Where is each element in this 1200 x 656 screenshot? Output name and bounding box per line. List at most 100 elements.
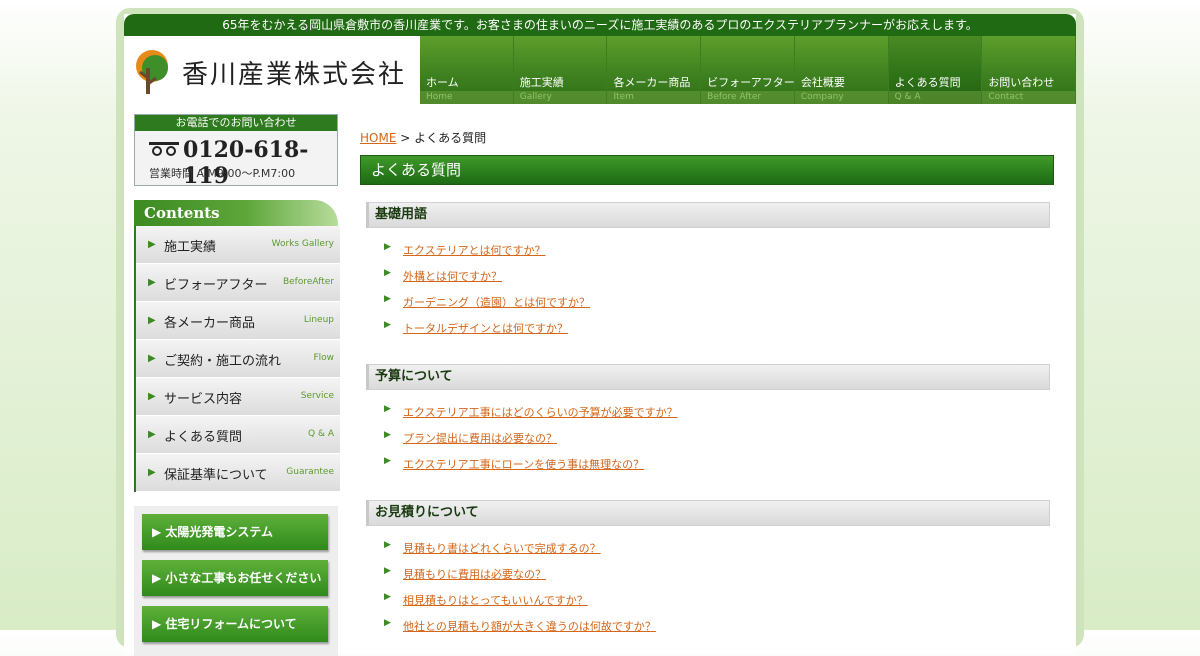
arrow-icon: ▶ xyxy=(384,294,391,304)
business-hours: 営業時間 A.M9:00～P.M7:00 xyxy=(149,167,296,180)
sidebar-item-sublabel: Service xyxy=(300,391,334,401)
contents-heading: Contents xyxy=(134,200,338,226)
sidebar-item-works[interactable]: ▶ 施工実績 Works Gallery xyxy=(136,226,340,264)
arrow-icon: ▶ xyxy=(384,566,391,576)
sidebar-item-sublabel: Q & A xyxy=(308,429,334,439)
sidebar-item-before-after[interactable]: ▶ ビフォーアフター BeforeAfter xyxy=(136,264,340,302)
section-heading: お見積りについて xyxy=(366,500,1050,526)
phone-contact-box: お電話でのお問い合わせ 0120-618-119 営業時間 A.M9:00～P.… xyxy=(134,114,338,189)
breadcrumb-separator: > xyxy=(400,131,411,145)
arrow-icon: ▶ xyxy=(148,467,156,478)
nav-label: 施工実績 xyxy=(519,76,564,89)
sidebar-item-label: 保証基準について xyxy=(164,468,268,483)
arrow-icon: ▶ xyxy=(384,320,391,330)
breadcrumb-current: よくある質問 xyxy=(414,131,487,145)
tree-logo-icon xyxy=(136,50,168,94)
faq-link[interactable]: プラン提出に費用は必要なの？ xyxy=(403,430,557,446)
sidebar-item-label: よくある質問 xyxy=(164,430,243,445)
nav-sublabel: Home xyxy=(426,92,453,102)
banner-area: ▶ 太陽光発電システム ▶ 小さな工事もお任せください ▶ 住宅リフォームについ… xyxy=(134,506,338,656)
faq-section-estimate: お見積りについて ▶ 見積もり書はどれくらいで完成するの？ ▶ 見積もりに費用は必要… xyxy=(366,500,1050,638)
phone-number[interactable]: 0120-618-119 xyxy=(183,137,337,189)
sidebar-item-sublabel: BeforeAfter xyxy=(282,277,334,287)
arrow-icon: ▶ xyxy=(384,456,391,466)
list-item: ▶ エクステリア工事にローンを使う事は無理なの？ xyxy=(366,450,1050,476)
nav-sublabel: Before After xyxy=(707,92,762,102)
arrow-icon: ▶ xyxy=(148,429,156,440)
nav-company[interactable]: 会社概要 Company xyxy=(794,36,889,104)
sidebar-item-guarantee[interactable]: ▶ 保証基準について Guarantee xyxy=(136,454,340,492)
arrow-icon: ▶ xyxy=(152,525,166,539)
nav-sublabel: Item xyxy=(613,92,634,102)
sidebar-menu: ▶ 施工実績 Works Gallery ▶ ビフォーアフター BeforeAf… xyxy=(134,226,340,492)
arrow-icon: ▶ xyxy=(384,404,391,414)
faq-link[interactable]: エクステリア工事にローンを使う事は無理なの？ xyxy=(403,456,644,472)
banner-reform[interactable]: ▶ 住宅リフォームについて xyxy=(142,606,328,642)
arrow-icon: ▶ xyxy=(384,430,391,440)
list-item: ▶ 見積もり書はどれくらいで完成するの？ xyxy=(366,534,1050,560)
faq-link[interactable]: トータルデザインとは何ですか？ xyxy=(403,320,568,336)
global-nav: ホーム Home 施工実績 Gallery 各メーカー商品 Item ビフォーア… xyxy=(420,36,1077,104)
sidebar-item-label: 施工実績 xyxy=(164,240,217,255)
list-item: ▶ 相見積もりはとってもいいんですか？ xyxy=(366,586,1050,612)
faq-link[interactable]: ガーデニング（造園）とは何ですか？ xyxy=(403,294,590,310)
nav-label: 会社概要 xyxy=(800,76,845,89)
sidebar-item-sublabel: Works Gallery xyxy=(271,239,334,249)
sidebar-item-label: ご契約・施工の流れ xyxy=(164,354,282,369)
sidebar-item-service[interactable]: ▶ サービス内容 Service xyxy=(136,378,340,416)
header-tagline: 65年をむかえる岡山県倉敷市の香川産業です。お客さまの住まいのニーズに施工実績の… xyxy=(124,14,1076,36)
section-heading: 基礎用語 xyxy=(366,202,1050,228)
faq-link[interactable]: エクステリア工事にはどのくらいの予算が必要ですか？ xyxy=(403,404,678,420)
faq-section-basics: 基礎用語 ▶ エクステリアとは何ですか？ ▶ 外構とは何ですか？ ▶ ガーデニング（造… xyxy=(366,202,1050,340)
nav-qa[interactable]: よくある質問 Q & A xyxy=(888,36,983,104)
arrow-icon: ▶ xyxy=(148,391,156,402)
list-item: ▶ 外構とは何ですか？ xyxy=(366,262,1050,288)
faq-link[interactable]: エクステリアとは何ですか？ xyxy=(403,242,545,258)
arrow-icon: ▶ xyxy=(148,239,156,250)
arrow-icon: ▶ xyxy=(384,242,391,252)
nav-home[interactable]: ホーム Home xyxy=(420,36,514,104)
nav-label: お問い合わせ xyxy=(988,76,1055,89)
faq-link[interactable]: 見積もり書はどれくらいで完成するの？ xyxy=(403,540,601,556)
nav-gallery[interactable]: 施工実績 Gallery xyxy=(513,36,608,104)
sidebar-item-label: 各メーカー商品 xyxy=(164,316,256,331)
nav-item[interactable]: 各メーカー商品 Item xyxy=(607,36,702,104)
nav-label: よくある質問 xyxy=(894,76,961,89)
faq-link[interactable]: 相見積もりはとってもいいんですか？ xyxy=(403,592,588,608)
sidebar-item-flow[interactable]: ▶ ご契約・施工の流れ Flow xyxy=(136,340,340,378)
arrow-icon: ▶ xyxy=(148,315,156,326)
sidebar-item-sublabel: Flow xyxy=(313,353,334,363)
faq-link[interactable]: 他社との見積もり額が大きく違うのは何故ですか？ xyxy=(403,618,656,634)
sidebar-item-sublabel: Lineup xyxy=(303,315,334,325)
sidebar-item-lineup[interactable]: ▶ 各メーカー商品 Lineup xyxy=(136,302,340,340)
faq-section-budget: 予算について ▶ エクステリア工事にはどのくらいの予算が必要ですか？ ▶ プラン提出… xyxy=(366,364,1050,476)
nav-contact[interactable]: お問い合わせ Contact xyxy=(982,36,1077,104)
page-title: よくある質問 xyxy=(360,155,1054,185)
page-container: 65年をむかえる岡山県倉敷市の香川産業です。お客さまの住まいのニーズに施工実績の… xyxy=(124,14,1077,656)
banner-label: 小さな工事もお任せください xyxy=(165,571,322,585)
contact-heading: お電話でのお問い合わせ xyxy=(135,115,337,131)
banner-label: 太陽光発電システム xyxy=(165,525,274,539)
nav-label: ビフォーアフター xyxy=(707,76,795,89)
sidebar-item-sublabel: Guarantee xyxy=(286,467,334,477)
arrow-icon: ▶ xyxy=(152,571,166,585)
banner-small-works[interactable]: ▶ 小さな工事もお任せください xyxy=(142,560,328,596)
breadcrumb-home-link[interactable]: HOME xyxy=(360,131,396,145)
banner-solar[interactable]: ▶ 太陽光発電システム xyxy=(142,514,328,550)
faq-link[interactable]: 見積もりに費用は必要なの？ xyxy=(403,566,546,582)
banner-label: 住宅リフォームについて xyxy=(165,617,297,631)
section-heading: 予算について xyxy=(366,364,1050,390)
list-item: ▶ プラン提出に費用は必要なの？ xyxy=(366,424,1050,450)
arrow-icon: ▶ xyxy=(384,540,391,550)
list-item: ▶ ガーデニング（造園）とは何ですか？ xyxy=(366,288,1050,314)
faq-link[interactable]: 外構とは何ですか？ xyxy=(403,268,502,284)
nav-before-after[interactable]: ビフォーアフター Before After xyxy=(701,36,795,104)
list-item: ▶ エクステリアとは何ですか？ xyxy=(366,236,1050,262)
nav-sublabel: Gallery xyxy=(519,92,552,102)
arrow-icon: ▶ xyxy=(384,268,391,278)
site-logo[interactable]: 香川産業株式会社 xyxy=(124,36,420,104)
arrow-icon: ▶ xyxy=(148,353,156,364)
sidebar-item-qa[interactable]: ▶ よくある質問 Q & A xyxy=(136,416,340,454)
nav-sublabel: Contact xyxy=(988,92,1024,102)
list-item: ▶ 見積もりに費用は必要なの？ xyxy=(366,560,1050,586)
